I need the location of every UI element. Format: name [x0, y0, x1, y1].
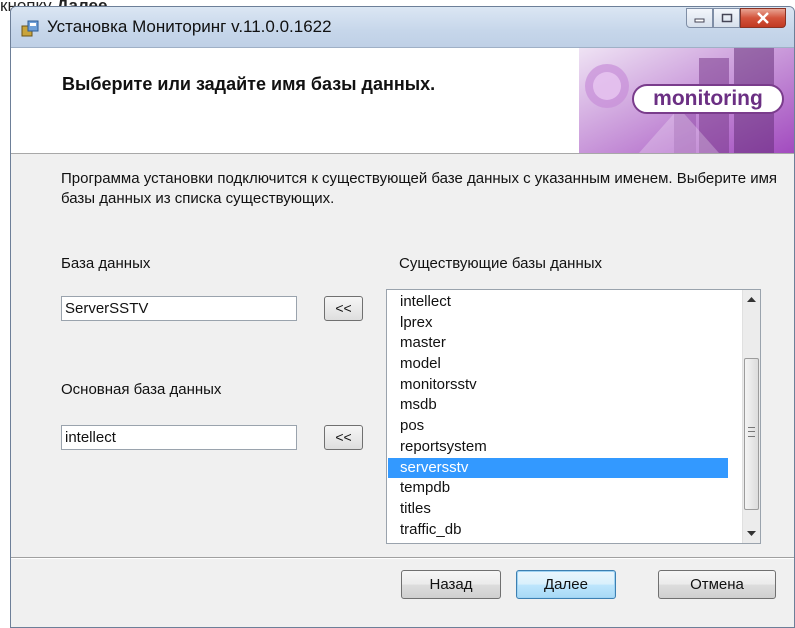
list-items-container: intellect lprex master model monitorsstv msdb… [388, 292, 728, 540]
list-item[interactable]: traffic_db [388, 520, 728, 541]
back-button[interactable]: Назад [401, 570, 501, 599]
main-database-field[interactable]: intellect [61, 425, 297, 450]
list-item[interactable]: titles [388, 499, 728, 520]
database-label: База данных [61, 255, 151, 272]
close-button[interactable] [740, 8, 786, 28]
window-controls [686, 8, 786, 30]
list-item[interactable]: reportsystem [388, 437, 728, 458]
monitoring-logo: monitoring [632, 84, 784, 114]
list-item[interactable]: serversstv [388, 457, 728, 479]
list-scrollbar[interactable] [742, 290, 760, 543]
list-item[interactable]: tempdb [388, 478, 728, 499]
list-item[interactable]: monitorsstv [388, 375, 728, 396]
database-name-field[interactable]: ServerSSTV [61, 296, 297, 321]
existing-databases-list[interactable]: intellect lprex master model monitorsstv msdb… [386, 289, 761, 544]
list-item[interactable]: pos [388, 416, 728, 437]
installer-icon [21, 20, 39, 37]
scroll-down-button[interactable] [743, 525, 760, 542]
grip-icon [748, 427, 755, 437]
minimize-icon [694, 18, 704, 23]
page-title: Выберите или задайте имя базы данных. [62, 74, 436, 94]
list-item[interactable]: model [388, 354, 728, 375]
installer-window: Установка Мониторинг v.11.0.0.1622 Выбер… [10, 6, 795, 628]
title-bar[interactable]: Установка Мониторинг v.11.0.0.1622 [11, 7, 794, 48]
list-item[interactable]: intellect [388, 292, 728, 313]
maximize-button[interactable] [713, 8, 740, 28]
maximize-icon [721, 13, 732, 23]
description-text: Программа установки подключится к сущест… [61, 170, 778, 207]
copy-to-database-button[interactable]: << [324, 296, 363, 321]
list-item[interactable]: msdb [388, 395, 728, 416]
window-title: Установка Мониторинг v.11.0.0.1622 [47, 17, 332, 36]
dialog-client-area: Выберите или задайте имя базы данных. mo… [11, 48, 794, 627]
scroll-up-icon [747, 296, 756, 302]
scroll-down-icon [747, 530, 756, 536]
minimize-button[interactable] [686, 8, 713, 28]
main-database-label: Основная база данных [61, 381, 222, 398]
list-item[interactable]: lprex [388, 313, 728, 334]
scroll-thumb[interactable] [744, 358, 759, 510]
close-icon [757, 12, 769, 24]
cancel-button[interactable]: Отмена [658, 570, 776, 599]
existing-databases-label: Существующие базы данных [399, 255, 603, 272]
copy-to-main-database-button[interactable]: << [324, 425, 363, 450]
scroll-up-button[interactable] [743, 291, 760, 308]
list-item[interactable]: master [388, 333, 728, 354]
header-banner: Выберите или задайте имя базы данных. mo… [11, 48, 794, 154]
footer-separator [11, 557, 794, 559]
next-button[interactable]: Далее [516, 570, 616, 599]
